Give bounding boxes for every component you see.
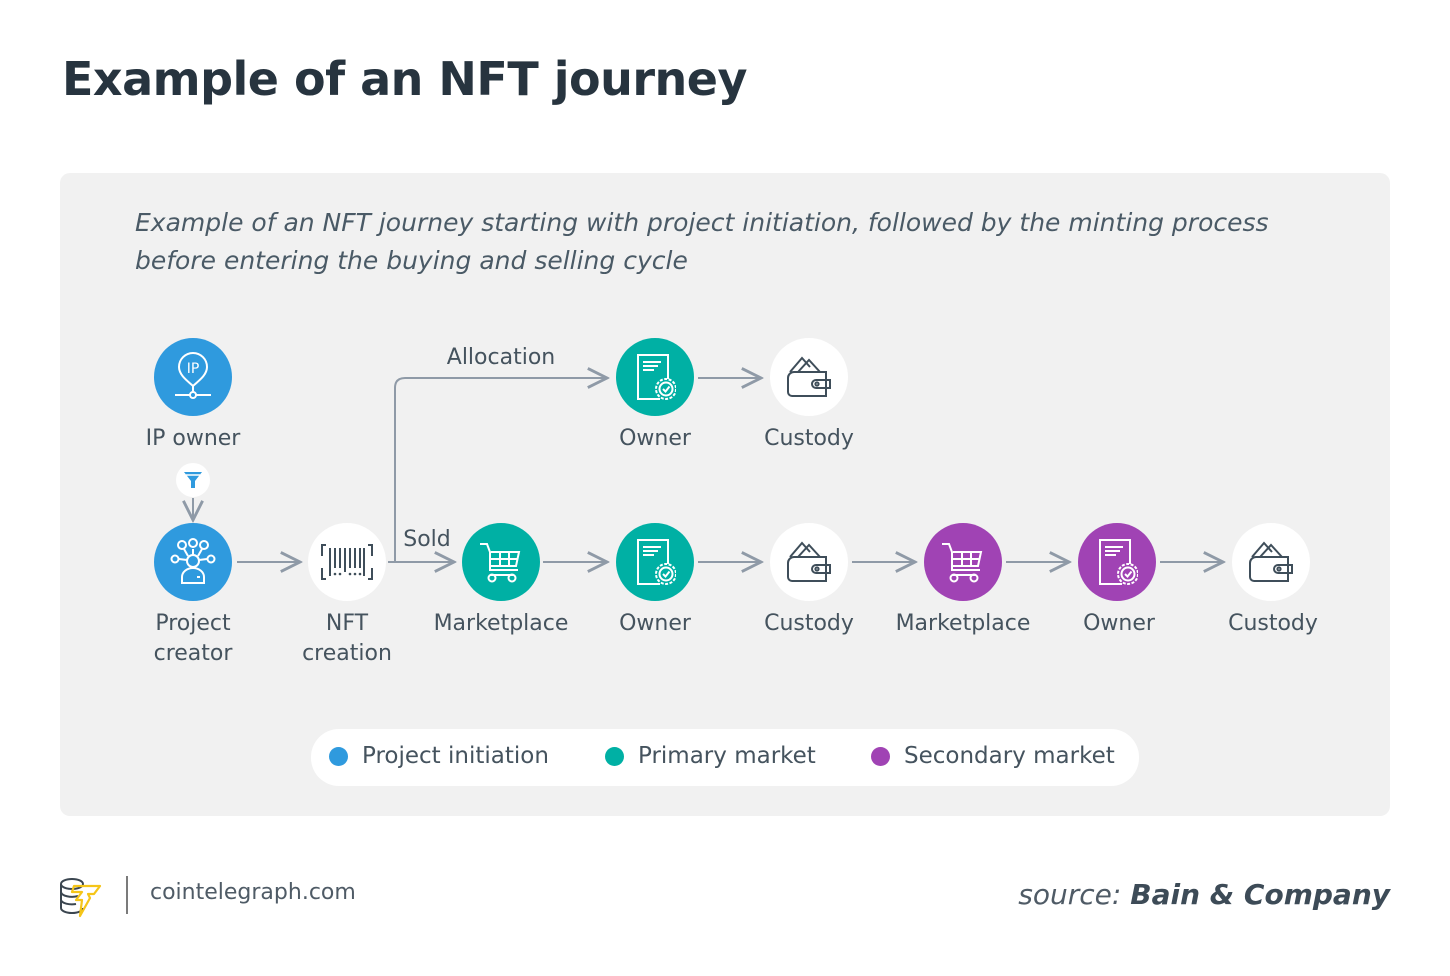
label-line: Project xyxy=(155,611,231,636)
footer-divider xyxy=(126,876,128,914)
ip-pin-icon: IP xyxy=(175,352,211,399)
certificate-icon xyxy=(637,539,676,585)
legend-item-project-initiation: Project initiation xyxy=(329,743,549,769)
node-owner-primary xyxy=(616,523,694,601)
node-ip-owner: IP xyxy=(154,338,232,416)
footer-site-link[interactable]: cointelegraph.com xyxy=(150,880,356,905)
legend-label: Secondary market xyxy=(904,743,1115,769)
node-nft-creation xyxy=(308,523,386,601)
team-network-icon xyxy=(170,538,216,584)
label-line: creator xyxy=(153,641,233,666)
legend-label: Primary market xyxy=(638,743,816,769)
source-credit: source: Bain & Company xyxy=(1018,878,1390,911)
svg-text:IP: IP xyxy=(187,361,200,377)
cart-icon xyxy=(942,543,983,583)
node-owner-secondary xyxy=(1078,523,1156,601)
node-label-custody-secondary: Custody xyxy=(1228,611,1318,636)
legend-item-secondary-market: Secondary market xyxy=(871,743,1115,769)
node-custody-secondary xyxy=(1232,523,1310,601)
cart-icon xyxy=(480,543,521,583)
wallet-icon xyxy=(1249,541,1293,582)
node-label-owner-primary: Owner xyxy=(619,611,691,636)
source-prefix: source: xyxy=(1018,878,1122,911)
node-custody-primary xyxy=(770,523,848,601)
node-label-project-creator: Project creator xyxy=(113,609,273,669)
label-line: creation xyxy=(302,641,392,666)
edge-label-allocation: Allocation xyxy=(446,345,556,370)
label-line: NFT xyxy=(325,611,369,636)
barcode-icon xyxy=(321,544,373,580)
node-marketplace-secondary xyxy=(924,523,1002,601)
connectors xyxy=(0,0,1450,976)
certificate-icon xyxy=(637,354,676,400)
node-label-owner-allocation: Owner xyxy=(619,426,691,451)
node-marketplace-primary xyxy=(462,523,540,601)
legend-dot-blue xyxy=(329,746,348,766)
node-label-custody-primary: Custody xyxy=(764,611,854,636)
source-name: Bain & Company xyxy=(1130,878,1390,911)
node-label-marketplace-primary: Marketplace xyxy=(433,611,569,636)
wallet-icon xyxy=(787,541,831,582)
wallet-icon xyxy=(787,356,831,397)
node-label-owner-secondary: Owner xyxy=(1083,611,1155,636)
node-owner-allocation xyxy=(616,338,694,416)
legend: Project initiation Primary market Second… xyxy=(311,729,1139,786)
node-label-nft-creation: NFT creation xyxy=(267,609,427,669)
node-label-custody-allocation: Custody xyxy=(764,426,854,451)
legend-label: Project initiation xyxy=(362,743,549,769)
legend-item-primary-market: Primary market xyxy=(605,743,816,769)
legend-dot-purple xyxy=(871,746,890,766)
legend-dot-teal xyxy=(605,746,624,766)
filter-icon xyxy=(176,463,210,497)
certificate-icon xyxy=(1099,539,1138,585)
node-custody-allocation xyxy=(770,338,848,416)
node-label-marketplace-secondary: Marketplace xyxy=(895,611,1031,636)
node-project-creator xyxy=(154,523,232,601)
cointelegraph-logo-icon xyxy=(58,876,104,922)
node-label-ip-owner: IP owner xyxy=(145,426,241,451)
